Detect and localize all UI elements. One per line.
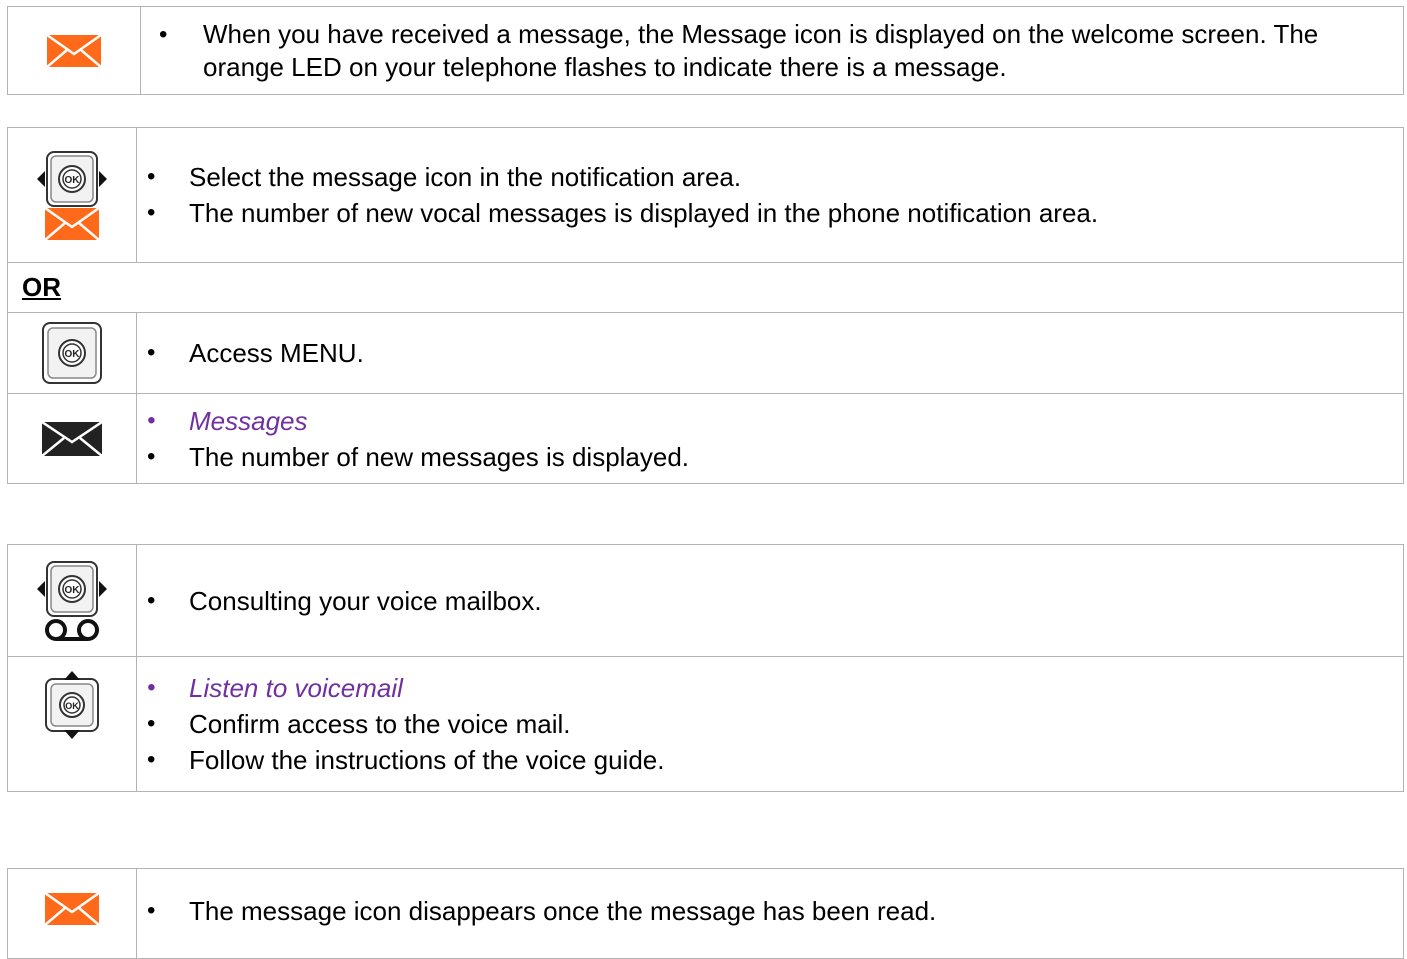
info-block-new-message: • When you have received a message, the …	[7, 6, 1404, 95]
text-cell: Select the message icon in the notificat…	[136, 127, 1404, 263]
icon-cell: OK	[7, 656, 137, 792]
svg-text:OK: OK	[65, 585, 81, 596]
text-cell: Listen to voicemail Confirm access to th…	[136, 656, 1404, 792]
text-cell: Access MENU.	[136, 312, 1404, 394]
orange-envelope-icon	[8, 34, 140, 67]
bullet-list: Select the message icon in the notificat…	[137, 159, 1403, 231]
ok-left-right-navigator-icon: OK	[8, 560, 136, 618]
text-cell: The message icon disappears once the mes…	[136, 868, 1404, 959]
list-item: Select the message icon in the notificat…	[137, 159, 1403, 195]
icon-cell: OK	[7, 127, 137, 263]
text-cell: Consulting your voice mailbox.	[136, 544, 1404, 657]
ok-up-down-navigator-icon: OK	[8, 671, 136, 739]
list-item: Access MENU.	[137, 335, 1403, 371]
list-item: The message icon disappears once the mes…	[137, 893, 1403, 929]
orange-envelope-icon	[8, 893, 136, 925]
menu-item-messages: Messages	[137, 403, 1403, 439]
icon-cell	[7, 868, 137, 959]
orange-envelope-icon	[8, 208, 136, 240]
svg-text:OK: OK	[65, 701, 79, 711]
text-cell: • When you have received a message, the …	[140, 6, 1404, 95]
icon-cell: OK	[7, 312, 137, 394]
voicemail-icon	[8, 618, 136, 642]
instructions-block-access-messages: OK Select the message icon in the notifi…	[7, 127, 1404, 484]
or-row: OR	[7, 262, 1404, 313]
new-message-description: When you have received a message, the Me…	[203, 18, 1319, 82]
list-item: Follow the instructions of the voice gui…	[137, 742, 1403, 778]
or-label: OR	[22, 272, 61, 302]
bullet-list: Messages The number of new messages is d…	[137, 403, 1403, 475]
svg-text:OK: OK	[65, 175, 81, 186]
icon-cell	[7, 393, 137, 484]
bullet-list: Listen to voicemail Confirm access to th…	[137, 670, 1403, 778]
black-envelope-icon	[8, 421, 136, 456]
instructions-block-voicemail: OK Consulting your voice mailbox.	[7, 544, 1404, 792]
icon-cell: OK	[7, 544, 137, 657]
list-item: The number of new messages is displayed.	[137, 439, 1403, 475]
icon-cell	[7, 6, 141, 95]
list-item: The number of new vocal messages is disp…	[137, 195, 1403, 231]
bullet-list: Consulting your voice mailbox.	[137, 583, 1403, 619]
menu-item-listen-to-voicemail: Listen to voicemail	[137, 670, 1403, 706]
info-block-message-read: The message icon disappears once the mes…	[7, 868, 1404, 959]
svg-text:OK: OK	[65, 349, 81, 360]
list-item: Consulting your voice mailbox.	[137, 583, 1403, 619]
ok-button-icon: OK	[8, 321, 136, 385]
text-cell: Messages The number of new messages is d…	[136, 393, 1404, 484]
ok-left-right-navigator-icon: OK	[8, 150, 136, 208]
list-item: Confirm access to the voice mail.	[137, 706, 1403, 742]
bullet-list: Access MENU.	[137, 335, 1403, 371]
bullet-list: The message icon disappears once the mes…	[137, 893, 1403, 929]
